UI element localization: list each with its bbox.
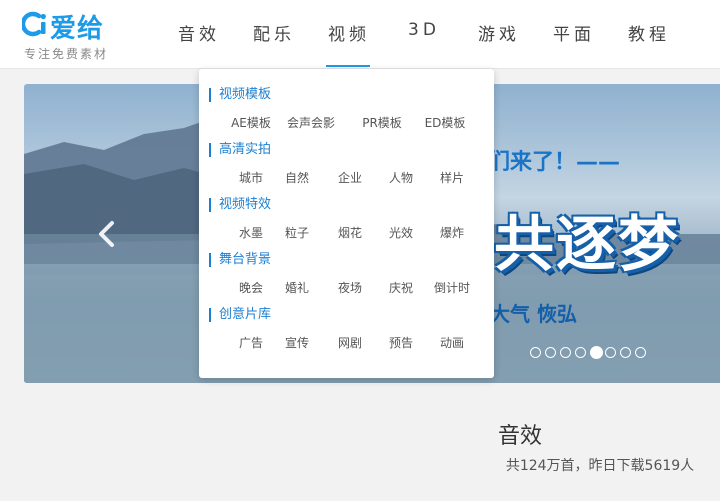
section-title: 音效 [497, 424, 542, 449]
section-stats: 共124万首，昨日下载5619人 [505, 458, 695, 474]
video-dropdown-menu: 视频模板 AE模板 会声会影 PR模板 ED模板高清实拍城市 自然 企业 人物 样片视频特效水墨… [199, 69, 494, 378]
banner-subtitle: 大气 恢弘 [490, 302, 577, 326]
dropdown-category-title[interactable]: 创意片库 [209, 308, 271, 322]
dropdown-subcategory-link[interactable]: 网剧 [338, 334, 362, 351]
dropdown-subcategory-link[interactable]: 烟花 [338, 224, 362, 241]
dropdown-subcategory-link[interactable]: PR模板 [362, 114, 402, 131]
dropdown-subcategory-link[interactable]: 光效 [389, 224, 413, 241]
nav-item-music[interactable]: 配乐 [253, 20, 295, 45]
chevron-left-icon[interactable] [94, 219, 120, 249]
nav-item-3d[interactable]: 3D [408, 20, 440, 40]
dropdown-subcategory-link[interactable]: AE模板 [231, 114, 271, 131]
dropdown-subcategory-link[interactable]: ED模板 [425, 114, 466, 131]
carousel-dot[interactable] [635, 347, 646, 358]
banner-tagline: 们来了！—— [488, 150, 621, 175]
carousel-dot[interactable] [605, 347, 616, 358]
dropdown-subcategory-link[interactable]: 城市 [239, 169, 263, 186]
dropdown-subcategory-link[interactable]: 水墨 [239, 224, 263, 241]
dropdown-subcategory-link[interactable]: 样片 [440, 169, 464, 186]
dropdown-subcategory-link[interactable]: 夜场 [338, 279, 362, 296]
nav-item-graphic[interactable]: 平面 [553, 20, 595, 45]
nav-active-underline [326, 65, 370, 67]
nav-item-game[interactable]: 游戏 [478, 20, 520, 45]
logo-name: 爱给 [50, 14, 105, 44]
dropdown-category-title[interactable]: 视频模板 [209, 88, 271, 102]
dropdown-subcategory-link[interactable]: 预告 [389, 334, 413, 351]
dropdown-subcategory-link[interactable]: 人物 [389, 169, 413, 186]
nav-item-video[interactable]: 视频 [328, 20, 370, 45]
carousel-dot[interactable] [620, 347, 631, 358]
dropdown-category-title[interactable]: 舞台背景 [209, 253, 271, 267]
header: 爱给 专注免费素材 音效 配乐 视频 3D 游戏 平面 教程 [0, 0, 720, 69]
dropdown-subcategory-link[interactable]: 晚会 [239, 279, 263, 296]
carousel-dot[interactable] [575, 347, 586, 358]
ci-logo-icon [22, 11, 46, 37]
banner-headline: 共逐梦 [494, 210, 680, 280]
dropdown-subcategory-link[interactable]: 广告 [239, 334, 263, 351]
dropdown-subcategory-link[interactable]: 婚礼 [285, 279, 309, 296]
dropdown-subcategory-link[interactable]: 粒子 [285, 224, 309, 241]
carousel-dot[interactable] [530, 347, 541, 358]
carousel-dot[interactable] [545, 347, 556, 358]
dropdown-category-title[interactable]: 视频特效 [209, 198, 271, 212]
dropdown-category-title[interactable]: 高清实拍 [209, 143, 271, 157]
logo[interactable]: 爱给 专注免费素材 [22, 8, 142, 64]
dropdown-subcategory-link[interactable]: 宣传 [285, 334, 309, 351]
dropdown-subcategory-link[interactable]: 倒计时 [434, 279, 470, 296]
dropdown-subcategory-link[interactable]: 爆炸 [440, 224, 464, 241]
dropdown-subcategory-link[interactable]: 自然 [285, 169, 309, 186]
dropdown-subcategory-link[interactable]: 会声会影 [287, 114, 335, 131]
logo-slogan: 专注免费素材 [24, 47, 109, 61]
nav-item-tutorial[interactable]: 教程 [628, 20, 670, 45]
dropdown-subcategory-link[interactable]: 企业 [338, 169, 362, 186]
carousel-dot[interactable] [590, 346, 603, 359]
dropdown-subcategory-link[interactable]: 庆祝 [389, 279, 413, 296]
nav-item-sound[interactable]: 音效 [178, 20, 220, 45]
carousel-dot[interactable] [560, 347, 571, 358]
dropdown-subcategory-link[interactable]: 动画 [440, 334, 464, 351]
